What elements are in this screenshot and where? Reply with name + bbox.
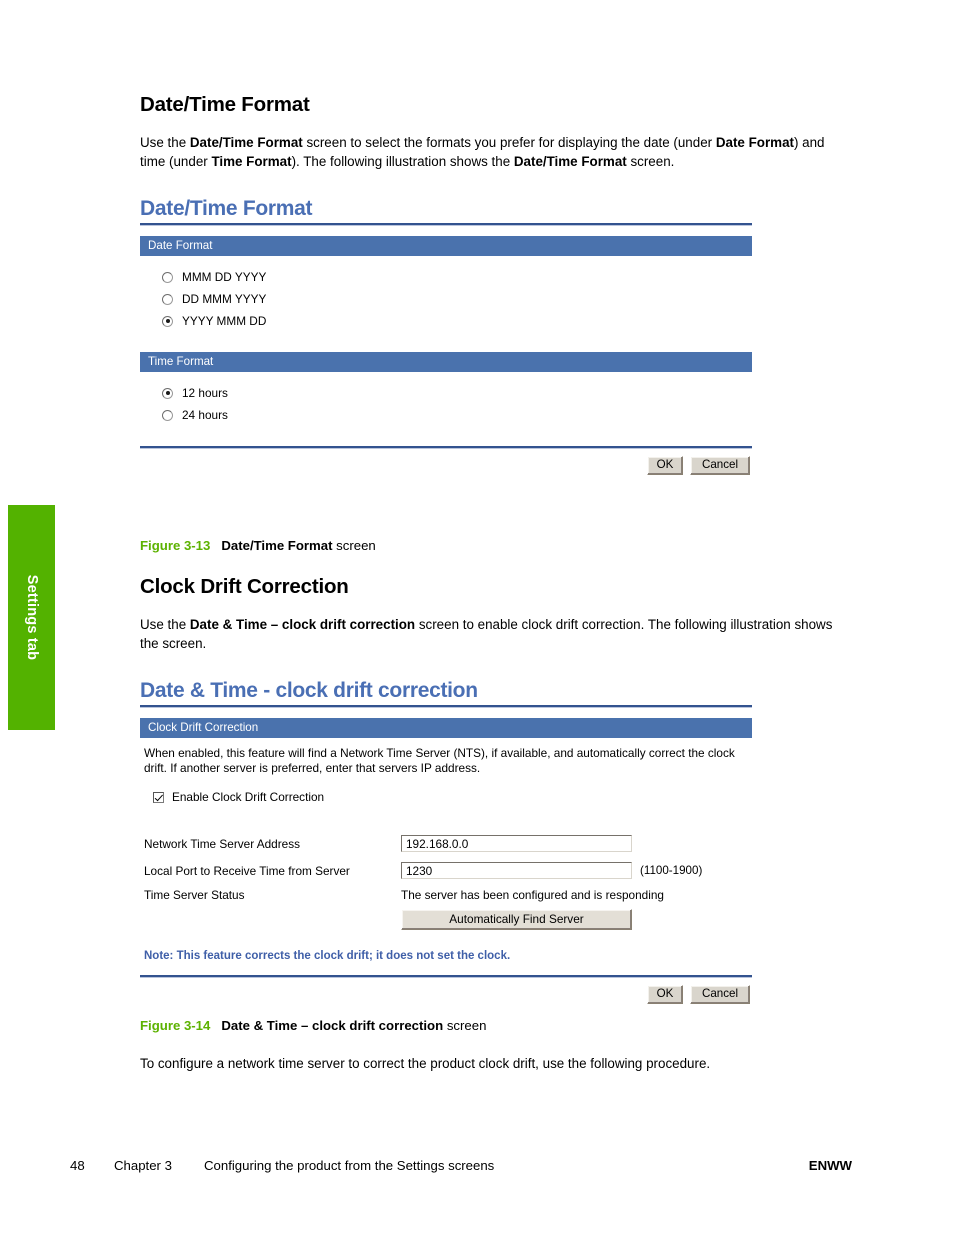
figure-label-3-14: Date & Time – clock drift correction	[221, 1018, 444, 1033]
radio-option-mmm-dd-yyyy[interactable]: MMM DD YYYY	[162, 266, 752, 288]
page-footer: 48 Chapter 3 Configuring the product fro…	[70, 1158, 852, 1173]
form-row-local-port: Local Port to Receive Time from Server (…	[144, 857, 752, 884]
label-local-port: Local Port to Receive Time from Server	[144, 863, 350, 878]
local-port-range-hint: (1100-1900)	[640, 864, 703, 877]
settings-tab-label: Settings tab	[24, 574, 40, 661]
intro-paragraph-date-time-format: Use the Date/Time Format screen to selec…	[140, 134, 852, 171]
network-time-server-address-input[interactable]	[401, 835, 632, 852]
radio-label-yyyy-mmm-dd: YYYY MMM DD	[182, 314, 267, 328]
intro-bold-date-format: Date Format	[715, 135, 794, 150]
screenshot-clock-drift-correction: Date & Time - clock drift correction Clo…	[140, 679, 752, 1004]
intro-bold-date-time-format: Date/Time Format	[189, 135, 303, 150]
footer-chapter-title: Configuring the product from the Setting…	[204, 1158, 495, 1173]
footer-chapter: Chapter 3	[114, 1158, 172, 1173]
ews2-title-divider	[140, 705, 752, 708]
cancel-button-2[interactable]: Cancel	[690, 985, 750, 1004]
radio-option-12-hours[interactable]: 12 hours	[162, 382, 752, 404]
figure-number-3-13: Figure 3-13	[140, 538, 211, 553]
form-row-network-time-server-address: Network Time Server Address	[144, 830, 752, 857]
ok-button-2[interactable]: OK	[647, 985, 683, 1004]
label-time-server-status: Time Server Status	[144, 888, 245, 902]
enable-clock-drift-correction-row[interactable]: Enable Clock Drift Correction	[153, 790, 752, 804]
radio-label-24-hours: 24 hours	[182, 408, 228, 422]
figure-number-3-14: Figure 3-14	[140, 1018, 211, 1033]
date-format-radio-group: MMM DD YYYY DD MMM YYYY YYYY MMM DD	[162, 266, 752, 332]
intro-paragraph-clock-drift: Use the Date & Time – clock drift correc…	[140, 616, 852, 653]
figure-caption-3-14: Figure 3-14 Date & Time – clock drift co…	[140, 1018, 852, 1033]
ews2-footer-divider	[140, 975, 752, 978]
time-server-status-value: The server has been configured and is re…	[401, 888, 664, 902]
clock-drift-description: When enabled, this feature will find a N…	[144, 746, 735, 775]
intro-bold-time-format: Time Format	[211, 153, 292, 169]
section-bar-time-format: Time Format	[140, 352, 752, 372]
checkbox-icon-enable-clock-drift[interactable]	[153, 791, 164, 803]
automatically-find-server-button[interactable]: Automatically Find Server	[401, 908, 632, 930]
intro-text-part4: ). The following illustration shows the	[291, 153, 514, 169]
form-row-find-server: Automatically Find Server	[144, 906, 752, 932]
radio-label-mmm-dd-yyyy: MMM DD YYYY	[182, 270, 267, 284]
radio-option-yyyy-mmm-dd[interactable]: YYYY MMM DD	[162, 310, 752, 332]
screen1-button-row: OK Cancel	[140, 456, 752, 475]
radio-icon-mmm-dd-yyyy[interactable]	[162, 271, 173, 283]
radio-icon-12-hours[interactable]	[162, 387, 173, 399]
footer-edition: ENWW	[808, 1158, 852, 1173]
clock-drift-note: Note: This feature corrects the clock dr…	[144, 950, 511, 962]
figure-suffix-3-14: screen	[443, 1018, 487, 1033]
local-port-input[interactable]	[401, 862, 632, 879]
figure-caption-3-13: Figure 3-13 Date/Time Format screen	[140, 538, 852, 553]
section-bar-clock-drift-correction: Clock Drift Correction	[140, 718, 752, 738]
settings-tab-marker: Settings tab	[8, 505, 55, 730]
radio-label-dd-mmm-yyyy: DD MMM YYYY	[182, 292, 267, 306]
radio-option-24-hours[interactable]: 24 hours	[162, 404, 752, 426]
screenshot-date-time-format: Date/Time Format Date Format MMM DD YYYY…	[140, 197, 752, 475]
figure-label-3-13: Date/Time Format	[221, 538, 333, 553]
time-format-radio-group: 12 hours 24 hours	[162, 382, 752, 426]
closing-paragraph: To configure a network time server to co…	[140, 1056, 711, 1071]
intro-text-part1: Use the	[140, 135, 190, 150]
radio-icon-yyyy-mmm-dd[interactable]	[162, 315, 173, 327]
ews2-screen-title: Date & Time - clock drift correction	[140, 679, 478, 702]
clockdrift-text-part1: Use the	[140, 617, 190, 632]
screen2-button-row: OK Cancel	[140, 985, 752, 1004]
radio-label-12-hours: 12 hours	[182, 386, 228, 400]
page-title-clock-drift-correction: Clock Drift Correction	[140, 575, 349, 598]
form-row-time-server-status: Time Server Status The server has been c…	[144, 884, 752, 906]
clock-drift-form: Network Time Server Address Local Port t…	[144, 830, 752, 932]
page-title-date-time-format: Date/Time Format	[140, 93, 310, 116]
checkbox-label-enable-clock-drift: Enable Clock Drift Correction	[172, 790, 325, 804]
ews-footer-divider	[140, 446, 752, 449]
clockdrift-bold-screen-name: Date & Time – clock drift correction	[189, 617, 416, 632]
figure-suffix-3-13: screen	[332, 538, 376, 553]
ok-button[interactable]: OK	[647, 456, 683, 475]
footer-page-number: 48	[70, 1158, 85, 1173]
ews-screen-title: Date/Time Format	[140, 197, 313, 220]
radio-option-dd-mmm-yyyy[interactable]: DD MMM YYYY	[162, 288, 752, 310]
intro-text-part2: screen to select the formats you prefer …	[302, 135, 716, 150]
cancel-button[interactable]: Cancel	[690, 456, 750, 475]
radio-icon-dd-mmm-yyyy[interactable]	[162, 293, 173, 305]
label-network-time-server-address: Network Time Server Address	[144, 836, 301, 851]
intro-text-part5: screen.	[626, 153, 675, 169]
radio-icon-24-hours[interactable]	[162, 409, 173, 421]
intro-bold-date-time-format-2: Date/Time Format	[513, 153, 627, 169]
page-content: Date/Time Format Use the Date/Time Forma…	[140, 0, 852, 1074]
ews-title-divider	[140, 223, 752, 226]
section-bar-date-format: Date Format	[140, 236, 752, 256]
